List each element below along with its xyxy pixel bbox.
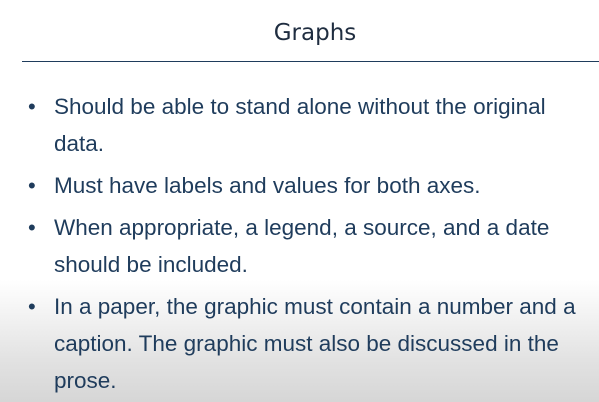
slide-title: Graphs [273,20,357,46]
bullet-text: When appropriate, a legend, a source, an… [54,215,550,277]
bullet-text: Must have labels and values for both axe… [54,173,481,198]
bullet-item: • When appropriate, a legend, a source, … [0,209,599,283]
bullet-marker-icon: • [28,294,36,319]
bullet-item: • Must have labels and values for both a… [0,167,599,204]
bullet-marker-icon: • [28,173,36,198]
title-divider [22,61,599,62]
bullet-list: • Should be able to stand alone without … [0,88,599,399]
bullet-text: Should be able to stand alone without th… [54,94,546,156]
bullet-item: • Should be able to stand alone without … [0,88,599,162]
bullet-marker-icon: • [28,215,36,240]
bullet-item: • In a paper, the graphic must contain a… [0,288,599,399]
bullet-marker-icon: • [28,94,36,119]
bullet-text: In a paper, the graphic must contain a n… [54,294,576,393]
